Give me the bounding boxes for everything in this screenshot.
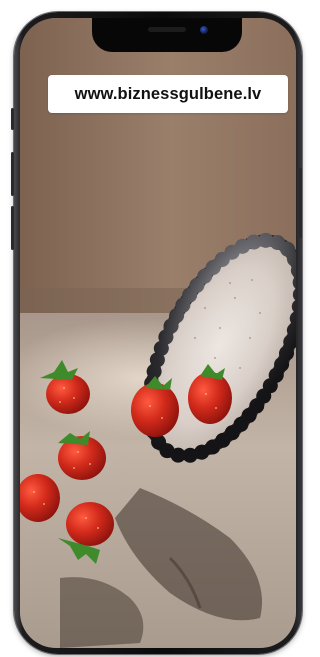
volume-up-button [11, 152, 14, 196]
url-text: www.biznessgulbene.lv [74, 84, 262, 103]
url-banner[interactable]: www.biznessgulbene.lv [48, 75, 288, 113]
phone-screen: www.biznessgulbene.lv [20, 18, 296, 648]
power-button [299, 168, 302, 238]
phone-notch [92, 18, 242, 52]
speaker-grille [148, 27, 186, 32]
volume-down-button [11, 206, 14, 250]
front-camera-icon [200, 26, 208, 34]
silent-switch [11, 108, 14, 130]
